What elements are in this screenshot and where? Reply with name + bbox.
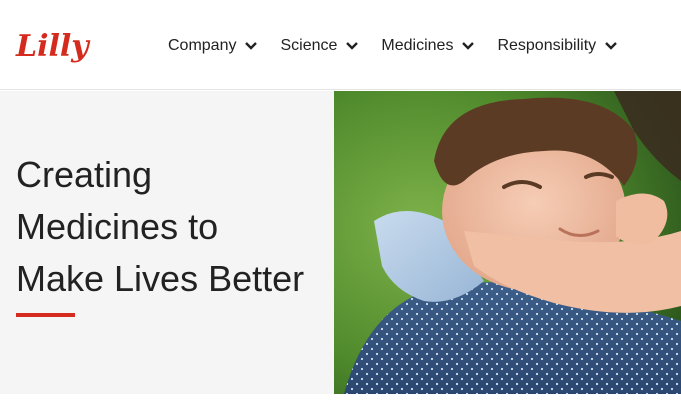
- chevron-down-icon: [605, 42, 618, 50]
- hero-image: [334, 91, 681, 394]
- hero-text-panel: Creating Medicines to Make Lives Better: [0, 91, 334, 394]
- nav-item-science[interactable]: Science: [280, 36, 359, 56]
- nav-item-label: Science: [280, 37, 338, 54]
- logo-text: Lilly: [15, 29, 91, 64]
- accent-divider: [16, 313, 75, 317]
- site-header: Lilly Company Science Medicines Responsi…: [0, 0, 681, 90]
- lilly-logo[interactable]: Lilly: [14, 22, 100, 70]
- nav-item-label: Company: [168, 37, 237, 54]
- hero-title-line: Creating: [16, 154, 153, 195]
- hero-title-line: Medicines to: [16, 206, 219, 247]
- hero-section: Creating Medicines to Make Lives Better: [0, 91, 681, 394]
- nav-item-label: Medicines: [381, 37, 454, 54]
- nav-item-company[interactable]: Company: [168, 36, 258, 56]
- chevron-down-icon: [462, 42, 475, 50]
- hero-title: Creating Medicines to Make Lives Better: [16, 149, 326, 305]
- hero-title-line: Make Lives Better: [16, 258, 305, 299]
- nav-item-medicines[interactable]: Medicines: [381, 36, 475, 56]
- nav-item-label: Responsibility: [497, 37, 597, 54]
- chevron-down-icon: [346, 42, 359, 50]
- chevron-down-icon: [245, 42, 258, 50]
- nav-item-responsibility[interactable]: Responsibility: [497, 36, 618, 56]
- main-nav: Company Science Medicines Responsibility: [168, 36, 618, 56]
